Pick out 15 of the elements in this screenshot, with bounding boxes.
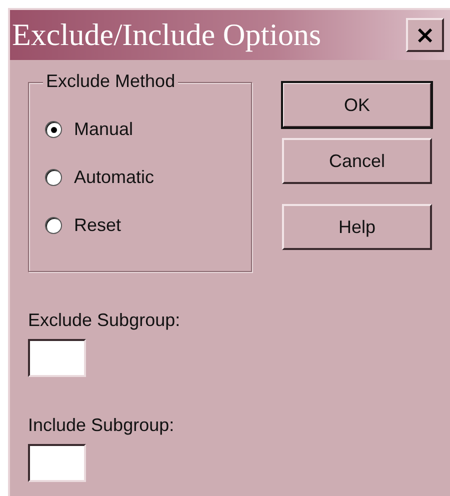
field-label: Include Subgroup: bbox=[28, 415, 176, 436]
dialog-button[interactable]: Cancel bbox=[282, 138, 432, 184]
radio-button[interactable] bbox=[45, 169, 62, 186]
radio-label[interactable]: Automatic bbox=[74, 167, 154, 188]
radio-label[interactable]: Reset bbox=[74, 215, 122, 236]
dialog-button[interactable]: Help bbox=[282, 204, 432, 250]
close-button[interactable]: × bbox=[406, 18, 444, 52]
window-title: Exclude/Include Options bbox=[12, 17, 322, 53]
input-field[interactable] bbox=[28, 339, 86, 377]
dialog-button[interactable]: OK bbox=[282, 82, 432, 128]
radio-label[interactable]: Manual bbox=[74, 119, 134, 140]
input-field[interactable] bbox=[28, 444, 86, 482]
radio-button[interactable] bbox=[45, 121, 62, 138]
radio-button[interactable] bbox=[45, 217, 62, 234]
field-label: Exclude Subgroup: bbox=[28, 310, 182, 331]
